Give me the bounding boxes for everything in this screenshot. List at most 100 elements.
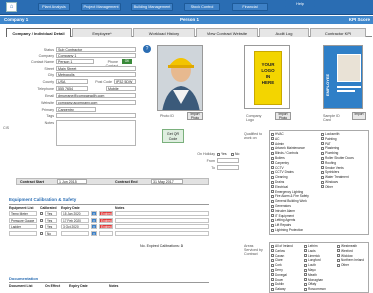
checkbox[interactable] [271,228,274,232]
tab-workload-history[interactable]: Workload History [133,28,195,37]
checkbox[interactable] [271,254,274,258]
import-logo-button[interactable]: Import Photo [275,112,291,120]
checkbox[interactable] [321,137,324,141]
checkbox[interactable] [321,166,324,170]
holiday-from-field[interactable] [217,158,239,163]
calibrated-value[interactable]: Yes [45,217,57,223]
checkbox[interactable] [271,249,274,253]
tab-contractor-kpi[interactable]: Contractor KPI [310,28,366,37]
checkbox[interactable] [304,273,307,277]
checkbox[interactable] [271,161,274,165]
calibrated-value[interactable]: Yes [45,211,57,216]
checkbox[interactable] [321,180,324,184]
street-field[interactable]: Main Street [56,66,136,71]
checkbox[interactable] [271,175,274,179]
contract-end-field[interactable]: 31 May 2017 [151,179,183,184]
company-field[interactable]: Company 1 [56,53,136,58]
plant-analysis-button[interactable]: Plant Analysis [38,3,70,11]
date-picker-icon[interactable]: ▾ [91,224,97,229]
building-management-button[interactable]: Building Management [131,3,173,11]
primary-field[interactable]: Carpentry [56,107,96,112]
contract-start-field[interactable]: 1 Jun 2015 [57,179,87,184]
checkbox[interactable] [321,147,324,151]
checkbox[interactable] [304,287,307,291]
expiry-date-field[interactable]: 15 Jan 2020 [61,211,89,216]
checkbox[interactable] [271,219,274,222]
checkbox[interactable] [337,249,340,253]
checkbox[interactable] [304,283,307,287]
equipment-notes-field[interactable] [115,211,209,216]
checkbox[interactable] [304,249,307,253]
checkbox[interactable] [271,195,274,199]
expiry-status-badge[interactable]: Expired [99,224,113,229]
checkbox[interactable] [337,263,340,267]
checkbox[interactable] [271,214,274,218]
checkbox[interactable] [337,259,340,263]
tags-field[interactable] [56,113,136,118]
city-field[interactable]: Metropolis [56,72,136,77]
post-code-field[interactable]: IP32 5DW [114,79,136,84]
checkbox[interactable] [321,132,324,136]
checkbox[interactable] [304,259,307,263]
home-icon[interactable]: ⌂ [6,2,17,12]
expiry-date-field[interactable]: 3 Oct 2020 [61,224,89,229]
status-field[interactable]: Sub Contractor [56,47,136,52]
tab-audit-log[interactable]: Audit Log [259,28,309,37]
help-button[interactable]: Help [285,0,315,7]
equipment-item-field[interactable]: Temp Meter [9,211,37,216]
notes-field[interactable] [56,120,136,146]
equipment-item-field[interactable]: Ladder [9,224,37,229]
checkbox[interactable] [271,259,274,263]
checkbox[interactable] [304,244,307,248]
checkbox[interactable] [271,278,274,282]
checkbox[interactable] [321,151,324,155]
holiday-yes-option[interactable]: Yes [217,152,227,156]
qualified-item[interactable]: Other [321,185,369,190]
get-qr-code-button[interactable]: Get QR Code [162,129,184,143]
tab-employee[interactable]: Employee* [72,28,132,37]
checkbox[interactable] [271,180,274,184]
checkbox[interactable] [304,268,307,272]
import-card-button[interactable]: Import [352,112,366,120]
checkbox[interactable] [271,132,274,136]
holiday-no-option[interactable]: No [231,152,239,156]
checkbox[interactable] [271,287,274,291]
checkbox[interactable] [271,204,274,208]
checkbox[interactable] [271,147,274,151]
mobile-field[interactable]: Mobile [106,86,136,91]
checkbox[interactable] [304,263,307,267]
checkbox[interactable] [271,166,274,170]
checkbox[interactable] [271,137,274,141]
checkbox[interactable] [271,151,274,155]
contact-field[interactable]: Person 1 [56,59,94,64]
equipment-notes-field[interactable] [115,224,209,229]
qualified-item[interactable]: Lightning Protection [271,228,319,233]
checkbox[interactable] [321,156,324,160]
checkbox[interactable] [271,283,274,287]
expiry-status-badge[interactable]: Expired [99,211,113,216]
date-picker-icon[interactable]: ▾ [91,217,97,223]
county-field[interactable]: USA [56,79,88,84]
calibrated-value[interactable]: Yes [45,224,57,229]
website-field[interactable]: company.acompany.com [56,100,136,105]
import-photo-button[interactable]: Import Photo [187,112,203,120]
checkbox[interactable] [271,263,274,267]
area-item[interactable]: Other [337,263,368,268]
project-management-button[interactable]: Project Management [81,3,121,11]
checkbox[interactable] [271,223,274,227]
calibrated-checkbox[interactable] [40,212,43,215]
date-picker-icon[interactable]: ▾ [91,230,97,236]
checkbox[interactable] [271,273,274,277]
checkbox[interactable] [321,185,324,189]
checkbox[interactable] [271,171,274,175]
calibrated-value[interactable]: No [45,230,57,236]
expiry-date-field[interactable]: 17 Feb 2020 [61,217,89,223]
help-icon[interactable]: ? [143,45,151,53]
financial-button[interactable]: Financial [232,3,268,11]
checkbox[interactable] [321,175,324,179]
telephone-field[interactable]: 555 7654 [56,86,88,91]
checkbox[interactable] [271,199,274,203]
checkbox[interactable] [271,190,274,194]
stock-control-button[interactable]: Stock Control [184,3,220,11]
checkbox[interactable] [304,278,307,282]
